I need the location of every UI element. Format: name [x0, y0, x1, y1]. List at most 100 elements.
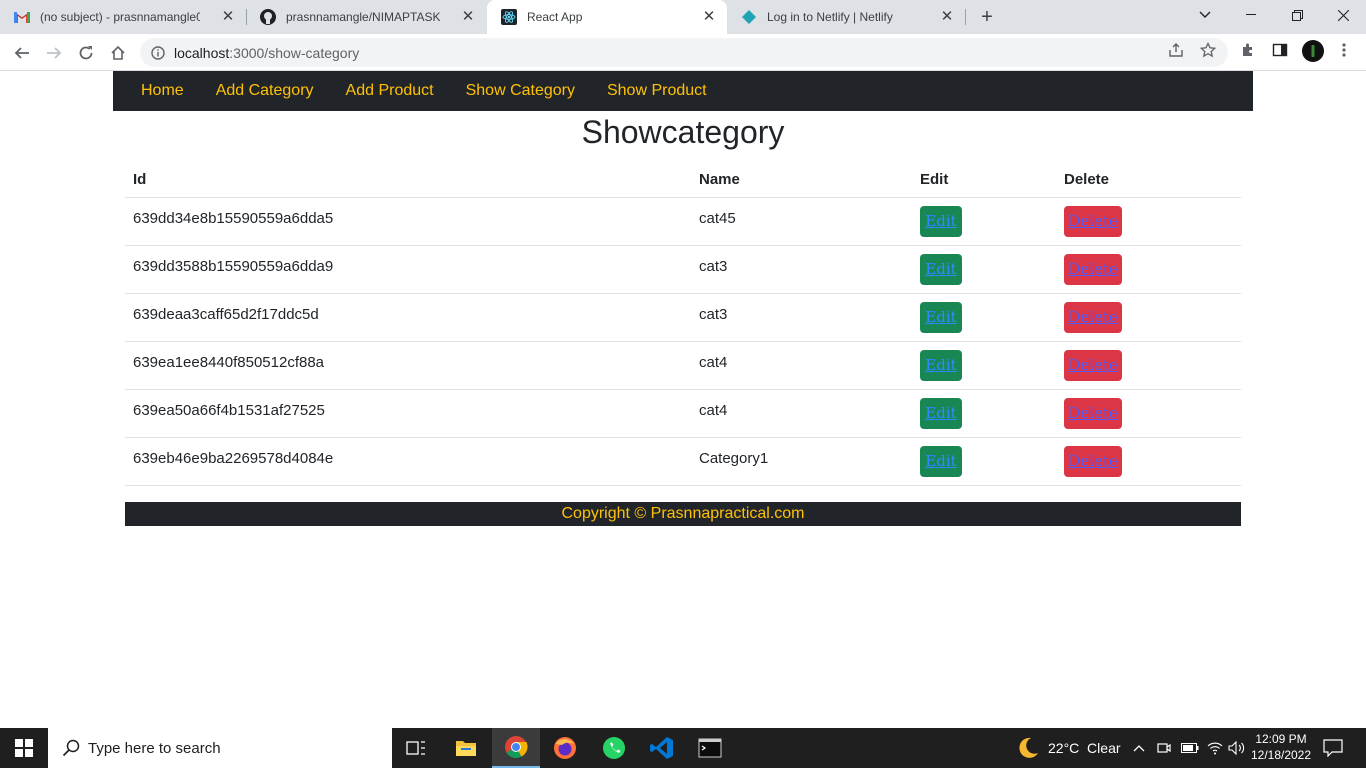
tab-title: React App [527, 10, 583, 24]
forward-arrow-icon[interactable] [41, 40, 67, 66]
url-path: :3000/show-category [229, 44, 360, 61]
tab-search-chevron-icon[interactable] [1182, 0, 1228, 30]
volume-icon[interactable] [1228, 728, 1246, 768]
top-navbar: Home Add Category Add Product Show Categ… [113, 71, 1253, 111]
chrome-icon[interactable] [492, 728, 540, 768]
extensions-puzzle-icon[interactable] [1240, 42, 1256, 58]
column-header-delete: Delete [1056, 162, 1241, 198]
notification-center-icon[interactable] [1323, 728, 1343, 768]
back-arrow-icon[interactable] [9, 40, 35, 66]
side-panel-icon[interactable] [1272, 42, 1288, 58]
column-header-edit: Edit [912, 162, 1056, 198]
nav-link-show-product[interactable]: Show Product [591, 71, 723, 111]
delete-button[interactable]: Delete [1064, 301, 1122, 333]
share-icon[interactable] [1168, 42, 1184, 58]
delete-button[interactable]: Delete [1064, 253, 1122, 285]
clock-time: 12:09 PM [1255, 732, 1307, 746]
delete-button[interactable]: Delete [1064, 205, 1122, 237]
weather-widget[interactable]: 22°C Clear [1016, 728, 1121, 768]
browser-tab-gmail[interactable]: (no subject) - prasnnamangle027 ✕ [0, 0, 246, 34]
delete-cell: Delete [1056, 293, 1241, 342]
moon-icon [1016, 736, 1040, 760]
url-text: localhost:3000/show-category [174, 45, 359, 61]
edit-button[interactable]: Edit [920, 445, 962, 477]
category-name-cell: cat4 [691, 389, 912, 438]
column-header-name: Name [691, 162, 912, 198]
new-tab-button[interactable]: + [976, 6, 998, 28]
nav-link-home[interactable]: Home [125, 71, 200, 111]
page-footer: Copyright © Prasnnapractical.com [125, 502, 1241, 526]
edit-button[interactable]: Edit [920, 397, 962, 429]
page-title: Showcategory [581, 114, 785, 150]
category-id-cell: 639dd34e8b15590559a6dda5 [125, 197, 691, 246]
category-table: Id Name Edit Delete 639dd34e8b15590559a6… [125, 162, 1241, 486]
tab-title: Log in to Netlify | Netlify [767, 10, 893, 24]
vscode-icon[interactable] [638, 728, 686, 768]
battery-icon[interactable] [1181, 728, 1199, 768]
restore-button[interactable] [1274, 0, 1320, 30]
meet-now-icon[interactable] [1157, 728, 1171, 768]
address-bar[interactable]: localhost:3000/show-category [140, 38, 1228, 67]
category-name-cell: Category1 [691, 437, 912, 486]
nav-link-show-category[interactable]: Show Category [450, 71, 591, 111]
close-window-button[interactable] [1320, 0, 1366, 30]
more-menu-icon[interactable] [1336, 42, 1352, 58]
site-info-icon[interactable] [150, 45, 166, 61]
weather-text: 22°C Clear [1048, 740, 1121, 756]
tab-divider [965, 9, 966, 25]
close-tab-icon[interactable]: ✕ [220, 9, 236, 25]
minimize-button[interactable] [1228, 0, 1274, 30]
table-row: 639ea1ee8440f850512cf88a cat4 Edit Delet… [125, 341, 1241, 390]
edit-cell: Edit [912, 341, 1056, 390]
edit-button[interactable]: Edit [920, 205, 962, 237]
browser-tab-netlify[interactable]: Log in to Netlify | Netlify ✕ [727, 0, 965, 34]
edit-cell: Edit [912, 197, 1056, 246]
wifi-icon[interactable] [1207, 728, 1223, 768]
profile-avatar[interactable] [1302, 40, 1324, 62]
delete-button[interactable]: Delete [1064, 349, 1122, 381]
close-tab-icon[interactable]: ✕ [460, 9, 476, 25]
edit-button[interactable]: Edit [920, 253, 962, 285]
search-icon [62, 739, 80, 757]
delete-button[interactable]: Delete [1064, 397, 1122, 429]
gmail-icon [14, 9, 30, 25]
taskbar-search-box[interactable]: Type here to search [48, 728, 392, 768]
nav-link-add-category[interactable]: Add Category [200, 71, 330, 111]
delete-button[interactable]: Delete [1064, 445, 1122, 477]
table-header-row: Id Name Edit Delete [125, 162, 1241, 198]
edit-cell: Edit [912, 245, 1056, 294]
edit-cell: Edit [912, 293, 1056, 342]
edit-cell: Edit [912, 389, 1056, 438]
show-hidden-icons-chevron-icon[interactable] [1133, 728, 1145, 768]
category-id-cell: 639deaa3caff65d2f17ddc5d [125, 293, 691, 342]
taskbar-clock[interactable]: 12:09 PM 12/18/2022 [1250, 731, 1312, 763]
terminal-icon[interactable] [686, 728, 734, 768]
category-name-cell: cat3 [691, 245, 912, 294]
reload-icon[interactable] [73, 40, 99, 66]
github-icon [260, 9, 276, 25]
edit-button[interactable]: Edit [920, 301, 962, 333]
tab-title: (no subject) - prasnnamangle027 [40, 10, 200, 24]
category-name-cell: cat3 [691, 293, 912, 342]
table-row: 639dd3588b15590559a6dda9 cat3 Edit Delet… [125, 245, 1241, 294]
browser-tab-github[interactable]: prasnnamangle/NIMAPTASK ✕ [246, 0, 486, 34]
firefox-icon[interactable] [541, 728, 589, 768]
netlify-icon [741, 9, 757, 25]
nav-link-add-product[interactable]: Add Product [330, 71, 450, 111]
category-id-cell: 639dd3588b15590559a6dda9 [125, 245, 691, 294]
table-row: 639eb46e9ba2269578d4084e Category1 Edit … [125, 437, 1241, 486]
windows-start-icon[interactable] [0, 728, 48, 768]
bookmark-star-icon[interactable] [1200, 42, 1216, 58]
column-header-id: Id [125, 162, 691, 198]
close-tab-icon[interactable]: ✕ [939, 9, 955, 25]
task-view-icon[interactable] [392, 728, 440, 768]
browser-tab-react-app[interactable]: React App ✕ [487, 0, 727, 34]
delete-cell: Delete [1056, 197, 1241, 246]
whatsapp-icon[interactable] [590, 728, 638, 768]
file-explorer-icon[interactable] [442, 728, 490, 768]
browser-tab-strip: (no subject) - prasnnamangle027 ✕ prasnn… [0, 0, 1366, 34]
home-icon[interactable] [105, 40, 131, 66]
browser-toolbar: localhost:3000/show-category [0, 34, 1366, 71]
close-tab-icon[interactable]: ✕ [701, 9, 717, 25]
edit-button[interactable]: Edit [920, 349, 962, 381]
